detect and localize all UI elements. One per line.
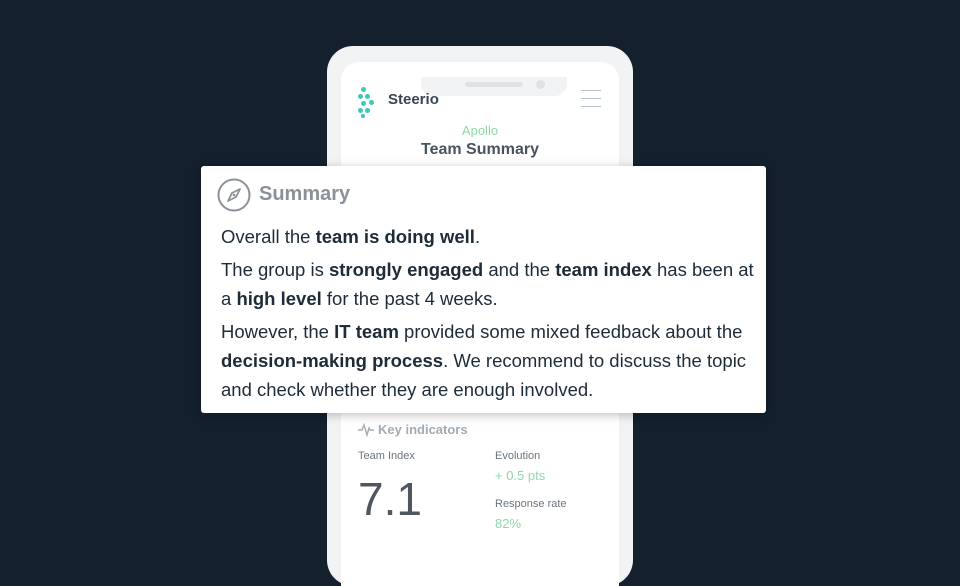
hamburger-menu-icon[interactable]	[581, 90, 601, 108]
text: provided some mixed feedback about the	[398, 321, 743, 342]
text: .	[474, 226, 481, 247]
summary-card: Summary Overall the team is doing well. …	[201, 166, 766, 413]
emphasis: team index	[555, 259, 652, 280]
page-title: Team Summary	[421, 141, 539, 158]
team-index-label: Team Index	[358, 450, 415, 462]
summary-title: Summary	[259, 183, 351, 205]
summary-paragraph-1: Overall the team is doing well.	[221, 222, 756, 251]
text: However, the	[221, 321, 335, 342]
text: Overall the	[221, 226, 316, 247]
text: and the	[483, 259, 556, 280]
phone-camera	[536, 80, 545, 89]
evolution-label: Evolution	[495, 450, 541, 462]
emphasis: high level	[236, 288, 322, 309]
brand-name: Steerio	[388, 91, 439, 108]
phone-speaker	[465, 82, 523, 87]
steerio-logo-icon	[358, 87, 380, 118]
emphasis: strongly engaged	[328, 259, 484, 280]
evolution-value: + 0.5 pts	[495, 468, 546, 483]
pulse-icon	[358, 422, 374, 438]
compass-icon	[217, 178, 251, 212]
emphasis: IT team	[334, 321, 399, 342]
summary-body: Overall the team is doing well. The grou…	[221, 222, 756, 408]
team-index-value: 7.1	[358, 473, 422, 525]
text: for the past 4 weeks.	[321, 288, 498, 309]
emphasis: team is doing well	[315, 226, 475, 247]
emphasis: decision-making process	[221, 350, 444, 371]
key-indicators-label: Key indicators	[378, 422, 468, 437]
team-name: Apollo	[461, 123, 499, 138]
text: The group is	[221, 259, 329, 280]
response-rate-label: Response rate	[495, 498, 567, 510]
key-indicators-heading: Key indicators	[358, 422, 468, 438]
summary-paragraph-2: The group is strongly engaged and the te…	[221, 255, 756, 313]
summary-paragraph-3: However, the IT team provided some mixed…	[221, 317, 756, 404]
response-rate-value: 82%	[495, 516, 522, 531]
